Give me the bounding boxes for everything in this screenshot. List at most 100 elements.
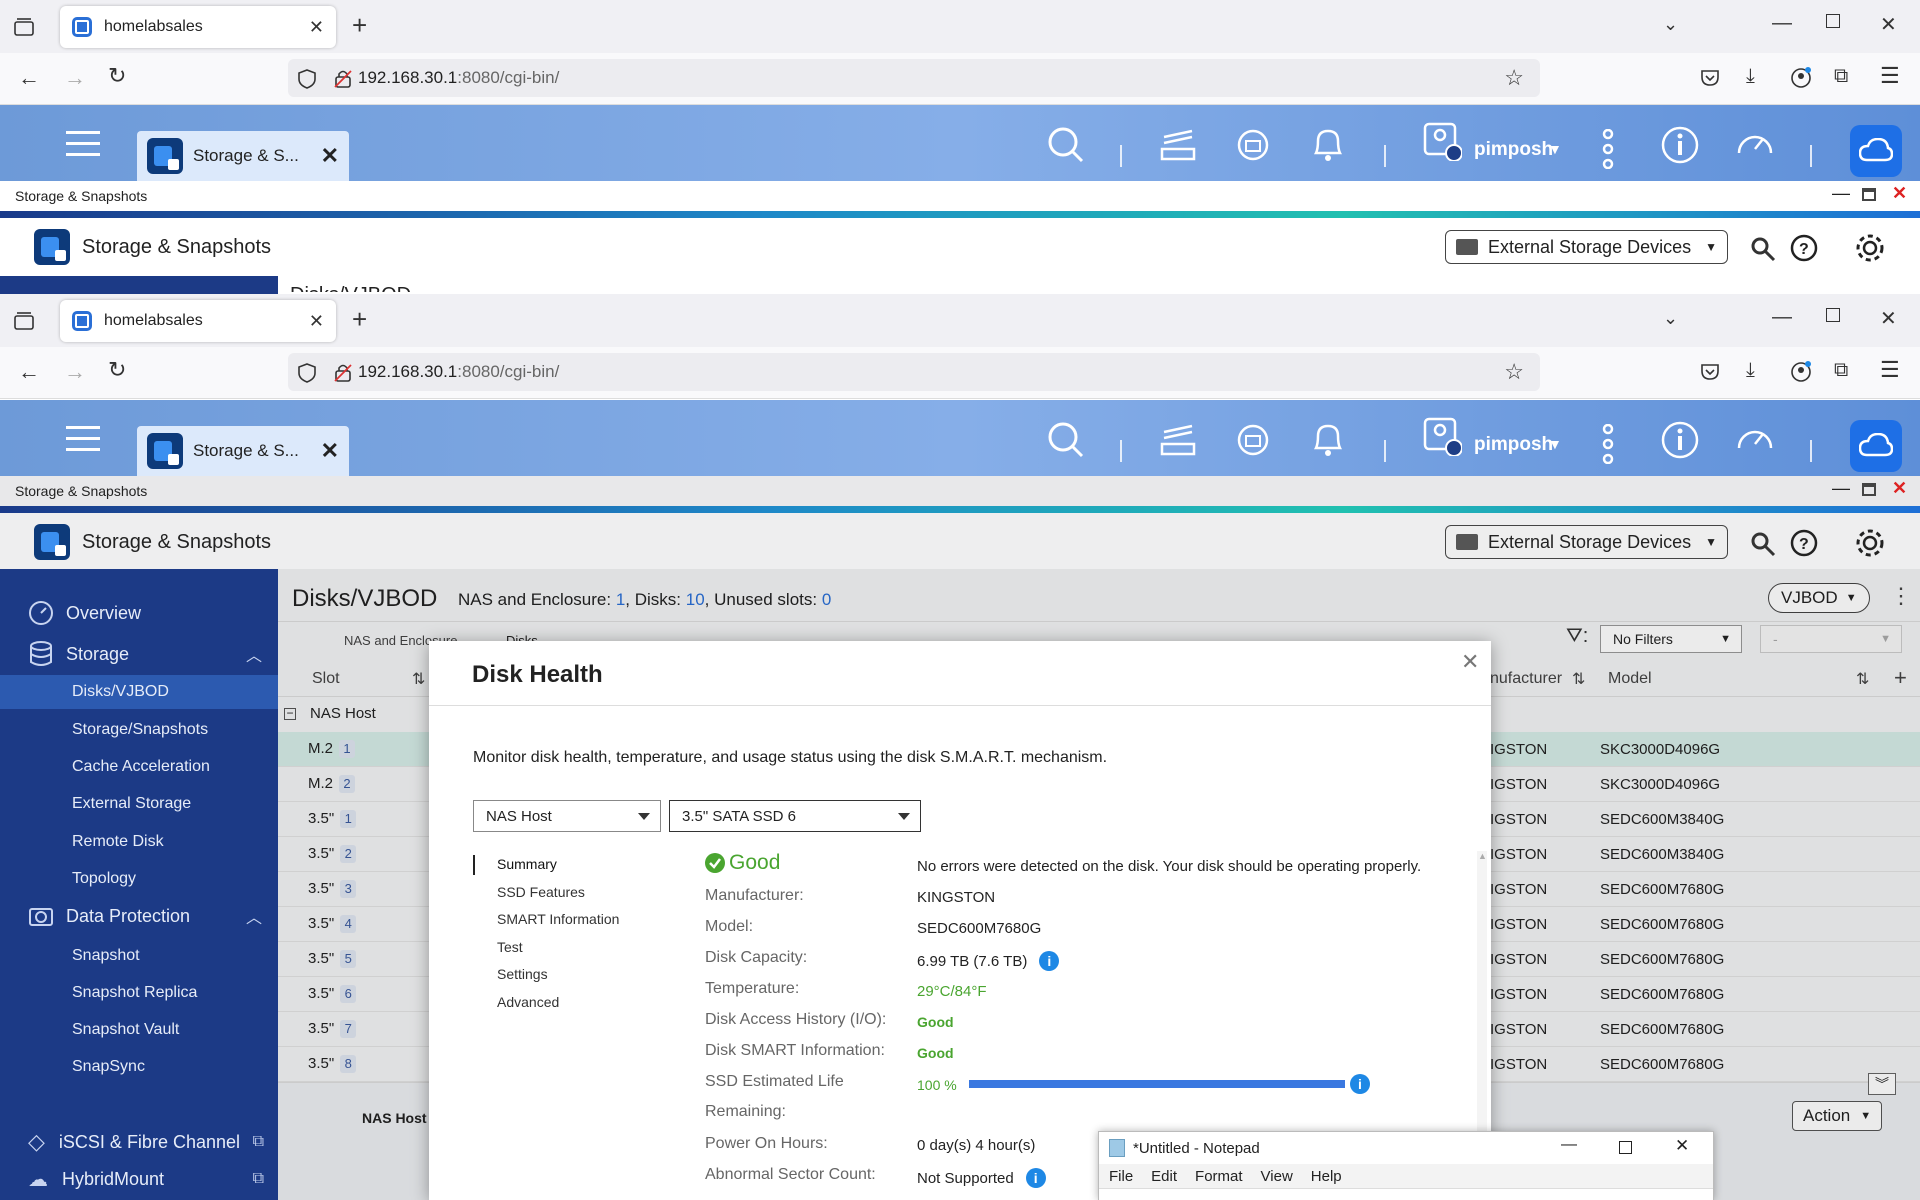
info-icon[interactable] (1660, 420, 1700, 460)
minimize-window-icon[interactable]: — (1772, 12, 1792, 35)
user-dropdown-icon[interactable]: ▼ (1548, 141, 1562, 157)
cloud-icon[interactable] (1850, 420, 1902, 472)
notifications-bell-icon[interactable] (1308, 125, 1348, 165)
minimize-window-icon[interactable]: — (1772, 306, 1792, 329)
close-app-tab-icon[interactable]: ✕ (321, 438, 339, 464)
nav-advanced[interactable]: Advanced (497, 994, 559, 1010)
window-maximize-icon[interactable] (1862, 483, 1876, 496)
sync-icon[interactable] (1233, 125, 1273, 165)
nav-settings[interactable]: Settings (497, 966, 548, 982)
notifications-bell-icon[interactable] (1308, 420, 1348, 460)
forward-icon[interactable]: → (64, 65, 86, 91)
shield-icon[interactable] (298, 69, 316, 89)
close-window-icon[interactable]: ✕ (1880, 306, 1897, 331)
nav-ssd-features[interactable]: SSD Features (497, 884, 585, 900)
menu-help[interactable]: Help (1311, 1168, 1342, 1185)
main-menu-icon[interactable] (66, 129, 100, 159)
sidebar-item-overview[interactable]: Overview (0, 596, 278, 630)
search-icon[interactable] (1045, 420, 1085, 460)
more-options-icon[interactable] (1602, 129, 1614, 169)
more-options-icon[interactable] (1602, 424, 1614, 464)
sidebar-item-snapshot[interactable]: Snapshot (0, 939, 278, 973)
host-select[interactable]: NAS Host (473, 800, 661, 832)
browser-tab[interactable]: homelabsales ✕ (60, 6, 336, 48)
search-icon[interactable] (1045, 125, 1085, 165)
pocket-icon[interactable] (1700, 69, 1720, 87)
sidebar-item-snapshot-vault[interactable]: Snapshot Vault (0, 1013, 278, 1047)
extensions-icon[interactable]: ⧉ (1834, 65, 1848, 88)
main-menu-icon[interactable] (66, 424, 100, 454)
browser-tab[interactable]: homelabsales ✕ (60, 300, 336, 342)
chevron-up-icon[interactable]: ︿ (246, 642, 262, 666)
account-icon[interactable] (1790, 67, 1812, 89)
tab-list-icon[interactable] (14, 312, 34, 330)
back-icon[interactable]: ← (18, 65, 40, 91)
address-bar[interactable]: 192.168.30.1:8080/cgi-bin/ ☆ (288, 59, 1540, 97)
restore-window-icon[interactable] (1826, 14, 1840, 28)
bookmark-star-icon[interactable]: ☆ (1504, 65, 1524, 91)
sidebar-item-storage[interactable]: Storage ︿ (0, 637, 278, 671)
menu-icon[interactable]: ☰ (1880, 357, 1900, 383)
window-minimize-icon[interactable]: — (1832, 478, 1850, 499)
tab-list-icon[interactable] (14, 18, 34, 36)
user-name[interactable]: pimposh (1474, 434, 1553, 456)
menu-edit[interactable]: Edit (1151, 1168, 1177, 1185)
account-icon[interactable] (1790, 361, 1812, 383)
sidebar-item-iscsi[interactable]: ◇ iSCSI & Fibre Channel ⧉ (0, 1125, 278, 1159)
close-window-icon[interactable]: ✕ (1675, 1136, 1689, 1156)
close-tab-icon[interactable]: ✕ (309, 17, 324, 38)
tools-icon[interactable] (1748, 529, 1776, 557)
menu-icon[interactable]: ☰ (1880, 63, 1900, 89)
sidebar-item-topology[interactable]: Topology (0, 862, 278, 896)
user-name[interactable]: pimposh (1474, 139, 1553, 161)
info-icon[interactable]: i (1039, 951, 1060, 971)
menu-format[interactable]: Format (1195, 1168, 1243, 1185)
user-dropdown-icon[interactable]: ▼ (1548, 436, 1562, 452)
sidebar-item-hybridmount[interactable]: ☁ HybridMount ⧉ (0, 1162, 278, 1196)
close-dialog-icon[interactable]: ✕ (1461, 649, 1479, 675)
chevron-up-icon[interactable]: ︿ (246, 904, 262, 928)
address-bar[interactable]: 192.168.30.1:8080/cgi-bin/ ☆ (288, 353, 1540, 391)
close-tab-icon[interactable]: ✕ (309, 311, 324, 332)
tools-icon[interactable] (1748, 234, 1776, 262)
chevron-down-icon[interactable]: ⌄ (1663, 14, 1678, 35)
downloads-icon[interactable]: ⤓ (1746, 359, 1755, 382)
user-avatar-icon[interactable] (1422, 121, 1462, 161)
info-icon[interactable]: i (1350, 1074, 1370, 1094)
new-tab-icon[interactable]: + (352, 304, 367, 335)
nav-summary[interactable]: Summary (497, 856, 557, 872)
nav-smart-information[interactable]: SMART Information (497, 911, 619, 927)
external-link-icon[interactable]: ⧉ (253, 1133, 264, 1151)
close-window-icon[interactable]: ✕ (1880, 12, 1897, 37)
reload-icon[interactable]: ↻ (108, 357, 126, 383)
minimize-window-icon[interactable]: — (1561, 1136, 1577, 1154)
external-storage-devices-button[interactable]: External Storage Devices ▼ (1445, 525, 1728, 559)
shield-icon[interactable] (298, 363, 316, 383)
sidebar-item-snapshot-replica[interactable]: Snapshot Replica (0, 976, 278, 1010)
disk-select[interactable]: 3.5" SATA SSD 6 (669, 800, 921, 832)
bookmark-star-icon[interactable]: ☆ (1504, 359, 1524, 385)
external-storage-devices-button[interactable]: External Storage Devices ▼ (1445, 230, 1728, 264)
menu-file[interactable]: File (1109, 1168, 1133, 1185)
background-tasks-icon[interactable] (1158, 125, 1198, 165)
user-avatar-icon[interactable] (1422, 416, 1462, 456)
info-icon[interactable]: i (1025, 1168, 1046, 1188)
chevron-down-icon[interactable]: ⌄ (1663, 308, 1678, 329)
help-icon[interactable]: ? (1790, 529, 1818, 557)
maximize-window-icon[interactable] (1619, 1141, 1632, 1154)
pocket-icon[interactable] (1700, 363, 1720, 381)
reload-icon[interactable]: ↻ (108, 63, 126, 89)
background-tasks-icon[interactable] (1158, 420, 1198, 460)
close-app-tab-icon[interactable]: ✕ (321, 143, 339, 169)
cloud-icon[interactable] (1850, 125, 1902, 177)
insecure-lock-icon[interactable] (334, 69, 352, 89)
resource-monitor-icon[interactable] (1735, 125, 1775, 165)
menu-view[interactable]: View (1261, 1168, 1293, 1185)
sidebar-item-remote-disk[interactable]: Remote Disk (0, 825, 278, 859)
window-close-icon[interactable]: ✕ (1892, 183, 1907, 204)
notepad-text-area[interactable] (1099, 1188, 1713, 1200)
restore-window-icon[interactable] (1826, 308, 1840, 322)
sidebar-item-snapsync[interactable]: SnapSync (0, 1050, 278, 1084)
nav-test[interactable]: Test (497, 939, 523, 955)
help-icon[interactable]: ? (1790, 234, 1818, 262)
